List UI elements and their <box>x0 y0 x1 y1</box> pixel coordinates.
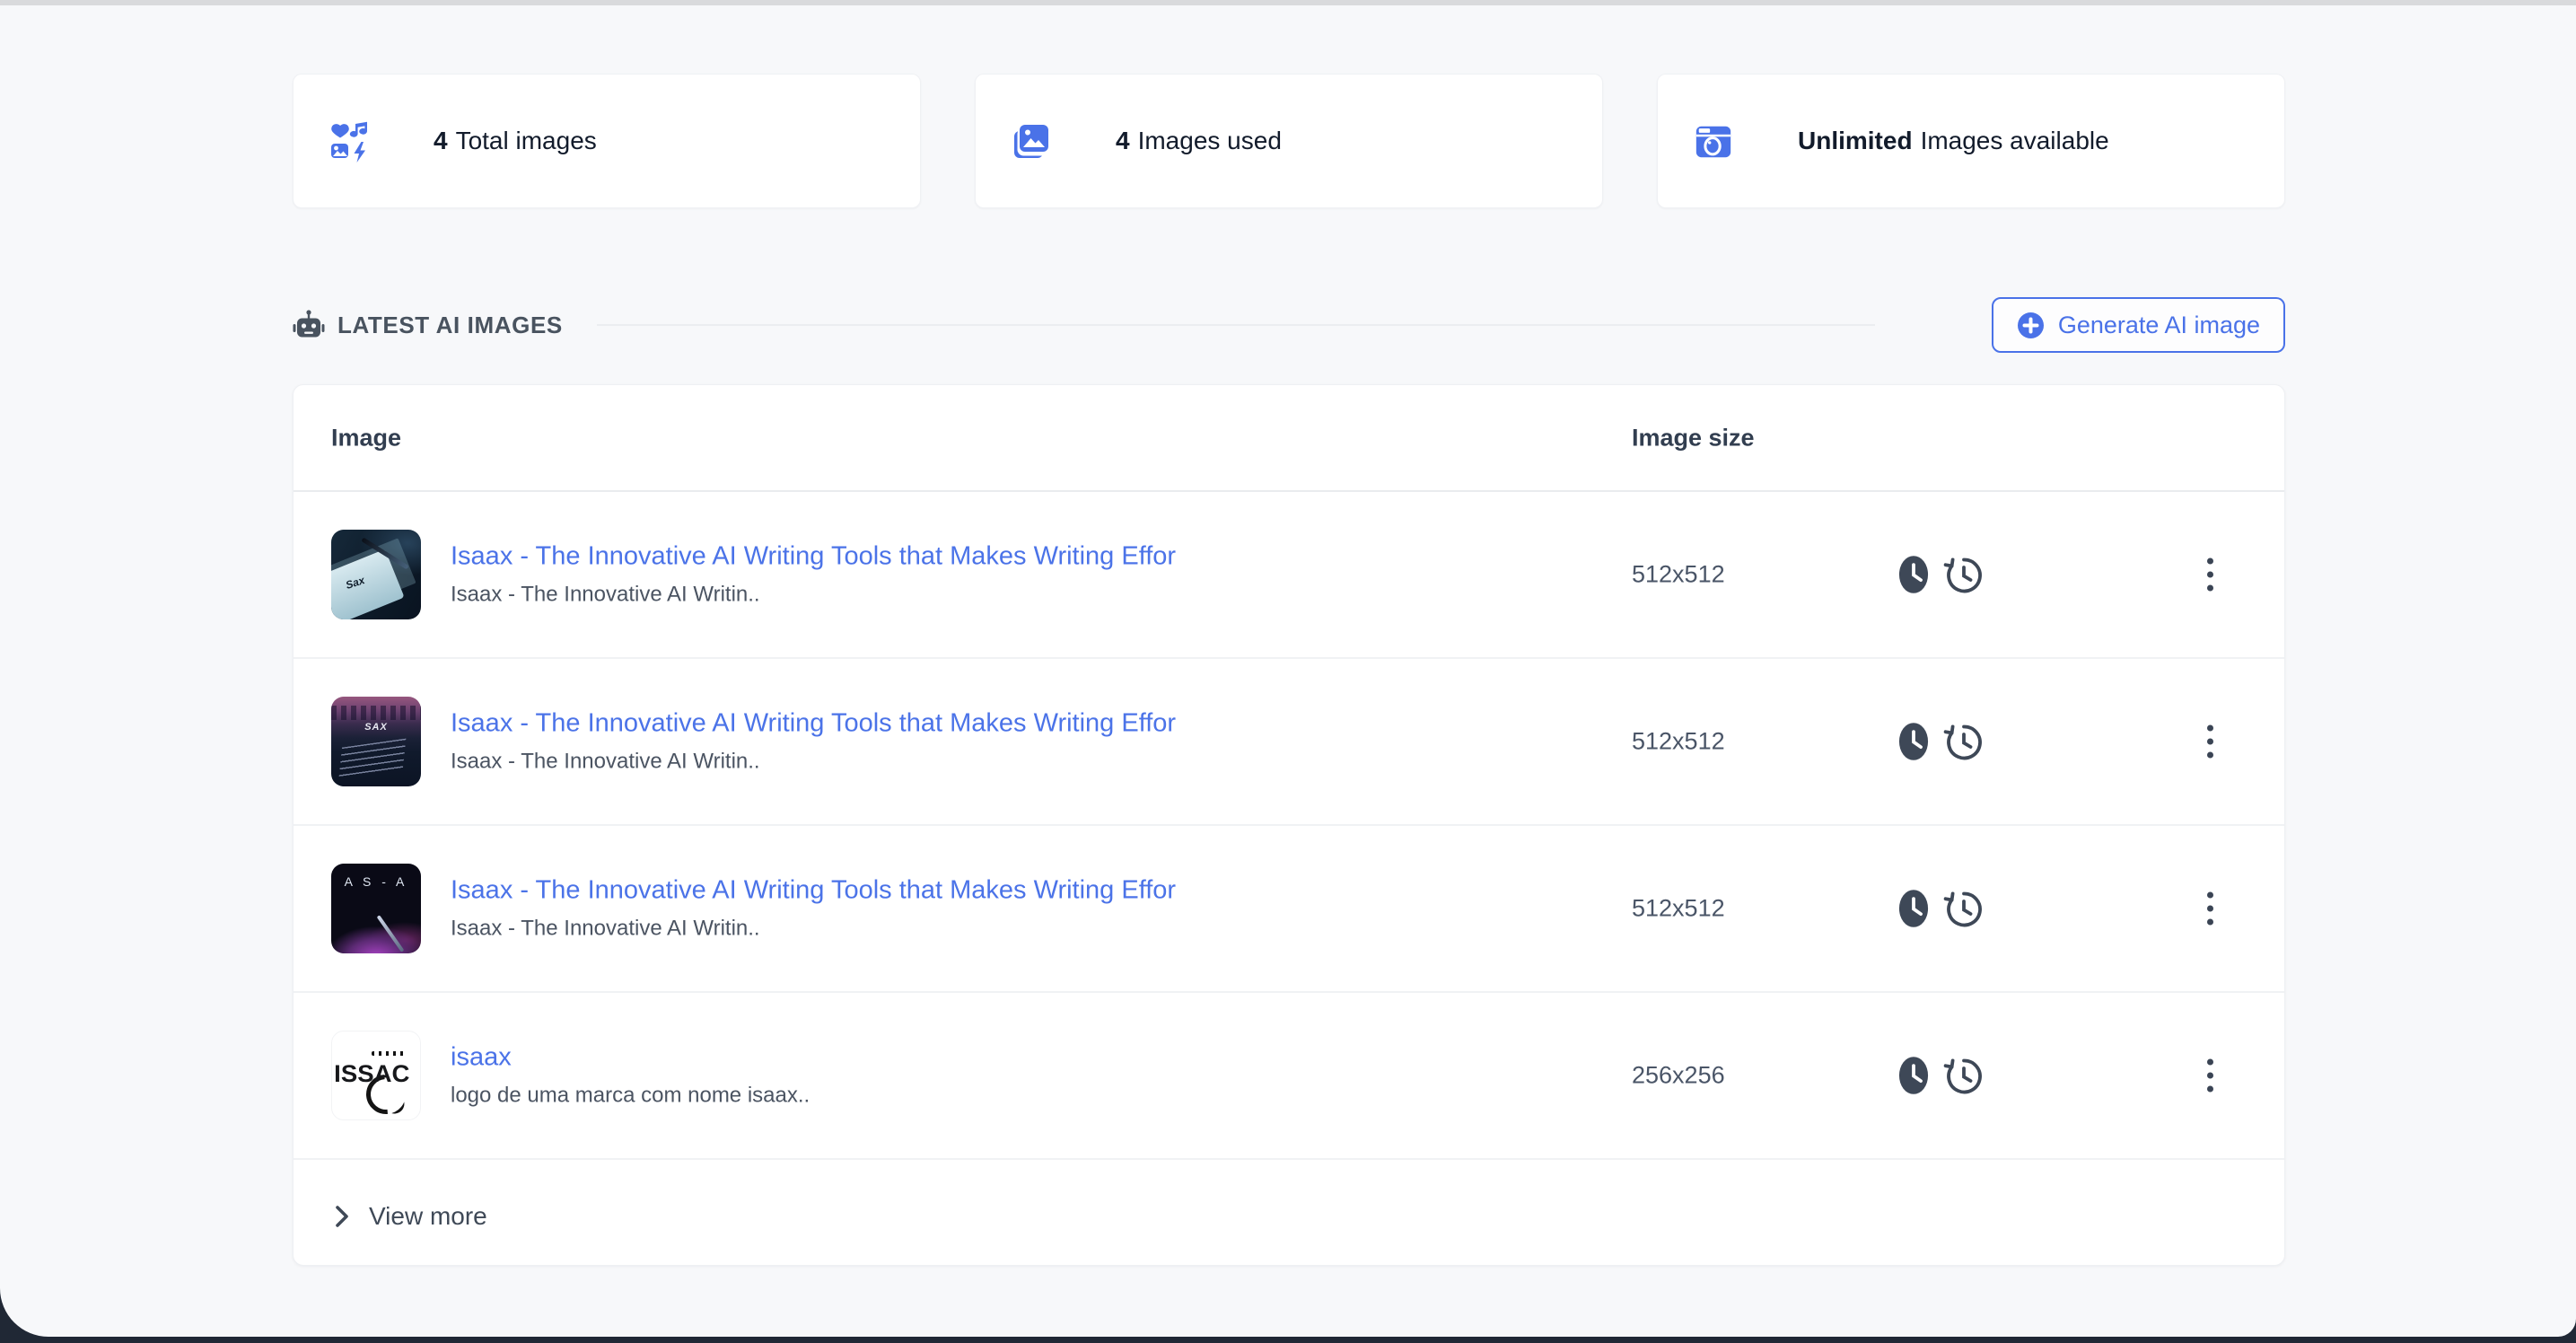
image-prompt-text: Isaax - The Innovative AI Writin.. <box>451 583 1176 608</box>
image-prompt-text: logo de uma marca com nome isaax.. <box>451 1084 810 1109</box>
camera-icon <box>1692 119 1735 162</box>
thumbnail-image[interactable]: Sax <box>331 530 421 619</box>
history-icon[interactable] <box>1943 888 1985 929</box>
image-prompt-text: Isaax - The Innovative AI Writin.. <box>451 750 1176 775</box>
clock-icon <box>1898 1055 1929 1096</box>
stat-card-images-used: 4 Images used <box>975 74 1603 208</box>
stat-label: Images used <box>1138 127 1282 154</box>
dashboard-page: 4 Total images 4 Images used <box>0 0 2576 1337</box>
view-more-row[interactable]: View more <box>294 1160 2284 1266</box>
history-icon[interactable] <box>1943 1055 1985 1096</box>
thumbnail-image[interactable]: A S - A <box>331 864 421 953</box>
plus-circle-icon <box>2017 312 2045 339</box>
thumbnail-art-text: Sax <box>344 574 366 592</box>
row-menu-kebab[interactable] <box>2198 720 2222 764</box>
thumbnail-art-text: A S - A <box>331 874 421 889</box>
column-header-image: Image <box>331 424 401 452</box>
section-title: LATEST AI IMAGES <box>337 312 563 339</box>
table-header-row: Image Image size <box>294 385 2284 492</box>
media-collection-icon <box>328 119 371 162</box>
row-text-block: Isaax - The Innovative AI Writing Tools … <box>451 876 1176 942</box>
history-icon[interactable] <box>1943 721 1985 762</box>
stat-label: Images available <box>1921 127 2109 154</box>
thumbnail-image[interactable]: SAX <box>331 697 421 786</box>
row-time-icons <box>1898 721 1985 762</box>
stat-value: Unlimited <box>1798 127 1913 154</box>
stat-total-images-text: 4 Total images <box>434 127 597 155</box>
row-text-block: Isaax - The Innovative AI Writing Tools … <box>451 542 1176 608</box>
image-prompt-text: Isaax - The Innovative AI Writin.. <box>451 917 1176 942</box>
row-time-icons <box>1898 1055 1985 1096</box>
image-title-link[interactable]: Isaax - The Innovative AI Writing Tools … <box>451 876 1176 906</box>
row-time-icons <box>1898 888 1985 929</box>
image-title-link[interactable]: Isaax - The Innovative AI Writing Tools … <box>451 709 1176 739</box>
stat-value: 4 <box>434 127 448 154</box>
row-menu-kebab[interactable] <box>2198 887 2222 931</box>
generate-button-label: Generate AI image <box>2058 312 2260 339</box>
table-row: A S - A Isaax - The Innovative AI Writin… <box>294 826 2284 993</box>
latest-images-table: Image Image size Sax Isaax - The Innovat… <box>293 384 2285 1266</box>
thumbnail-art-text: ISSAC <box>334 1060 409 1088</box>
image-size-value: 512x512 <box>1632 895 1725 923</box>
stat-card-images-available: Unlimited Images available <box>1657 74 2285 208</box>
stat-images-used-text: 4 Images used <box>1116 127 1282 155</box>
image-size-value: 512x512 <box>1632 728 1725 756</box>
image-stack-icon <box>1010 119 1053 162</box>
generate-ai-image-button[interactable]: Generate AI image <box>1992 297 2285 353</box>
image-size-value: 256x256 <box>1632 1062 1725 1090</box>
header-divider <box>597 324 1875 326</box>
stat-value: 4 <box>1116 127 1130 154</box>
clock-icon <box>1898 721 1929 762</box>
thumbnail-art-text: SAX <box>331 722 421 733</box>
table-row: SAX Isaax - The Innovative AI Writing To… <box>294 659 2284 826</box>
thumbnail-image[interactable]: ISSAC <box>331 1031 421 1120</box>
image-title-link[interactable]: isaax <box>451 1043 810 1073</box>
stat-card-total-images: 4 Total images <box>293 74 921 208</box>
table-row: ISSAC isaax logo de uma marca com nome i… <box>294 993 2284 1160</box>
row-time-icons <box>1898 554 1985 595</box>
window-top-edge <box>0 0 2576 5</box>
row-text-block: Isaax - The Innovative AI Writing Tools … <box>451 709 1176 775</box>
chevron-right-icon <box>333 1204 351 1229</box>
latest-ai-images-header: LATEST AI IMAGES Generate AI image <box>293 297 2285 353</box>
row-text-block: isaax logo de uma marca com nome isaax.. <box>451 1043 810 1109</box>
view-more-label: View more <box>369 1202 487 1231</box>
stat-label: Total images <box>456 127 597 154</box>
row-menu-kebab[interactable] <box>2198 553 2222 597</box>
column-header-image-size: Image size <box>1632 424 1755 452</box>
image-size-value: 512x512 <box>1632 561 1725 589</box>
clock-icon <box>1898 554 1929 595</box>
robot-icon <box>293 310 325 340</box>
image-title-link[interactable]: Isaax - The Innovative AI Writing Tools … <box>451 542 1176 572</box>
row-menu-kebab[interactable] <box>2198 1054 2222 1098</box>
stats-row: 4 Total images 4 Images used <box>293 74 2285 208</box>
stat-images-available-text: Unlimited Images available <box>1798 127 2109 155</box>
history-icon[interactable] <box>1943 554 1985 595</box>
table-row: Sax Isaax - The Innovative AI Writing To… <box>294 492 2284 659</box>
clock-icon <box>1898 888 1929 929</box>
